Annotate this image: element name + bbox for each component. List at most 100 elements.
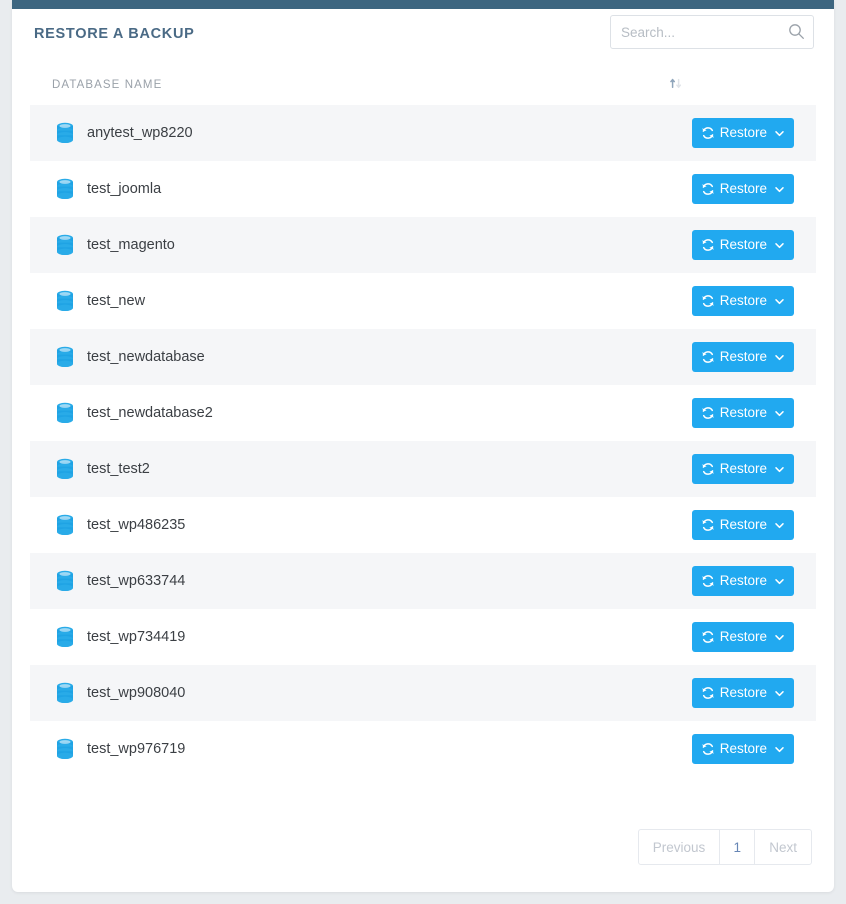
sort-updown-icon[interactable] [668, 76, 684, 92]
page-title: RESTORE A BACKUP [34, 26, 195, 42]
database-icon [55, 346, 75, 368]
database-icon [55, 570, 75, 592]
chevron-down-icon[interactable] [774, 128, 785, 139]
pagination-next-button[interactable]: Next [754, 829, 812, 865]
restore-refresh-icon [701, 630, 715, 644]
chevron-down-icon[interactable] [774, 184, 785, 195]
restore-button[interactable]: Restore [691, 734, 794, 764]
restore-button[interactable]: Restore [691, 286, 794, 316]
table-row: test_new Restore [30, 273, 816, 329]
column-header-database-name: DATABASE NAME [52, 79, 163, 91]
restore-button[interactable]: Restore [691, 678, 794, 708]
table-row: test_wp908040 Restore [30, 665, 816, 721]
database-name-label: test_wp976719 [87, 741, 186, 757]
restore-backup-card: RESTORE A BACKUP DATABASE NAME [12, 0, 834, 892]
restore-refresh-icon [701, 742, 715, 756]
table-row: test_wp976719 Restore [30, 721, 816, 777]
database-name-label: test_newdatabase2 [87, 405, 213, 421]
database-name-label: test_magento [87, 237, 175, 253]
database-name-label: test_test2 [87, 461, 150, 477]
table-row: test_magento Restore [30, 217, 816, 273]
database-icon [55, 626, 75, 648]
restore-button[interactable]: Restore [691, 118, 794, 148]
restore-button[interactable]: Restore [691, 454, 794, 484]
restore-button[interactable]: Restore [691, 566, 794, 596]
restore-backup-page: RESTORE A BACKUP DATABASE NAME [0, 0, 846, 904]
table-row: test_newdatabase Restore [30, 329, 816, 385]
search-input[interactable] [610, 15, 814, 49]
chevron-down-icon[interactable] [774, 352, 785, 363]
table-row: test_wp633744 Restore [30, 553, 816, 609]
database-name-label: test_wp908040 [87, 685, 186, 701]
table-row: anytest_wp8220 Restore [30, 105, 816, 161]
restore-refresh-icon [701, 126, 715, 140]
database-icon [55, 458, 75, 480]
restore-button-label: Restore [719, 629, 767, 645]
restore-refresh-icon [701, 182, 715, 196]
table-row: test_test2 Restore [30, 441, 816, 497]
restore-refresh-icon [701, 686, 715, 700]
database-name-label: anytest_wp8220 [87, 125, 193, 141]
restore-button-label: Restore [719, 405, 767, 421]
restore-button-label: Restore [719, 685, 767, 701]
search-box[interactable] [610, 15, 814, 49]
database-icon [55, 514, 75, 536]
databases-table: DATABASE NAME anytest_wp8220 Restore test_… [12, 67, 834, 777]
card-header: RESTORE A BACKUP [12, 9, 834, 67]
restore-button-label: Restore [719, 461, 767, 477]
chevron-down-icon[interactable] [774, 744, 785, 755]
chevron-down-icon[interactable] [774, 520, 785, 531]
database-name-label: test_newdatabase [87, 349, 205, 365]
restore-button-label: Restore [719, 349, 767, 365]
chevron-down-icon[interactable] [774, 632, 785, 643]
restore-button-label: Restore [719, 741, 767, 757]
database-name-label: test_wp486235 [87, 517, 186, 533]
table-row: test_newdatabase2 Restore [30, 385, 816, 441]
restore-button-label: Restore [719, 573, 767, 589]
restore-refresh-icon [701, 574, 715, 588]
chevron-down-icon[interactable] [774, 296, 785, 307]
restore-button-label: Restore [719, 293, 767, 309]
table-row: test_wp734419 Restore [30, 609, 816, 665]
restore-button[interactable]: Restore [691, 510, 794, 540]
top-accent-bar [12, 0, 834, 9]
restore-refresh-icon [701, 518, 715, 532]
database-name-label: test_new [87, 293, 146, 309]
chevron-down-icon[interactable] [774, 688, 785, 699]
table-row: test_joomla Restore [30, 161, 816, 217]
database-icon [55, 682, 75, 704]
table-row: test_wp486235 Restore [30, 497, 816, 553]
table-header-row: DATABASE NAME [30, 67, 816, 105]
database-icon [55, 738, 75, 760]
restore-refresh-icon [701, 238, 715, 252]
database-icon [55, 122, 75, 144]
restore-refresh-icon [701, 406, 715, 420]
database-name-label: test_wp633744 [87, 573, 186, 589]
pagination-previous-button[interactable]: Previous [637, 829, 721, 865]
chevron-down-icon[interactable] [774, 240, 785, 251]
restore-refresh-icon [701, 294, 715, 308]
restore-button-label: Restore [719, 517, 767, 533]
restore-refresh-icon [701, 462, 715, 476]
chevron-down-icon[interactable] [774, 408, 785, 419]
chevron-down-icon[interactable] [774, 576, 785, 587]
restore-button-label: Restore [719, 237, 767, 253]
database-icon [55, 178, 75, 200]
database-icon [55, 234, 75, 256]
database-icon [55, 402, 75, 424]
restore-button[interactable]: Restore [691, 342, 794, 372]
restore-button[interactable]: Restore [691, 174, 794, 204]
restore-button-label: Restore [719, 125, 767, 141]
restore-button[interactable]: Restore [691, 398, 794, 428]
restore-button[interactable]: Restore [691, 230, 794, 260]
table-body: anytest_wp8220 Restore test_joomla Restore t… [30, 105, 816, 777]
database-name-label: test_wp734419 [87, 629, 186, 645]
database-icon [55, 290, 75, 312]
pagination-page-1-button[interactable]: 1 [719, 829, 756, 865]
chevron-down-icon[interactable] [774, 464, 785, 475]
restore-button-label: Restore [719, 181, 767, 197]
database-name-label: test_joomla [87, 181, 162, 197]
restore-refresh-icon [701, 350, 715, 364]
restore-button[interactable]: Restore [691, 622, 794, 652]
pagination: Previous 1 Next [637, 829, 812, 865]
